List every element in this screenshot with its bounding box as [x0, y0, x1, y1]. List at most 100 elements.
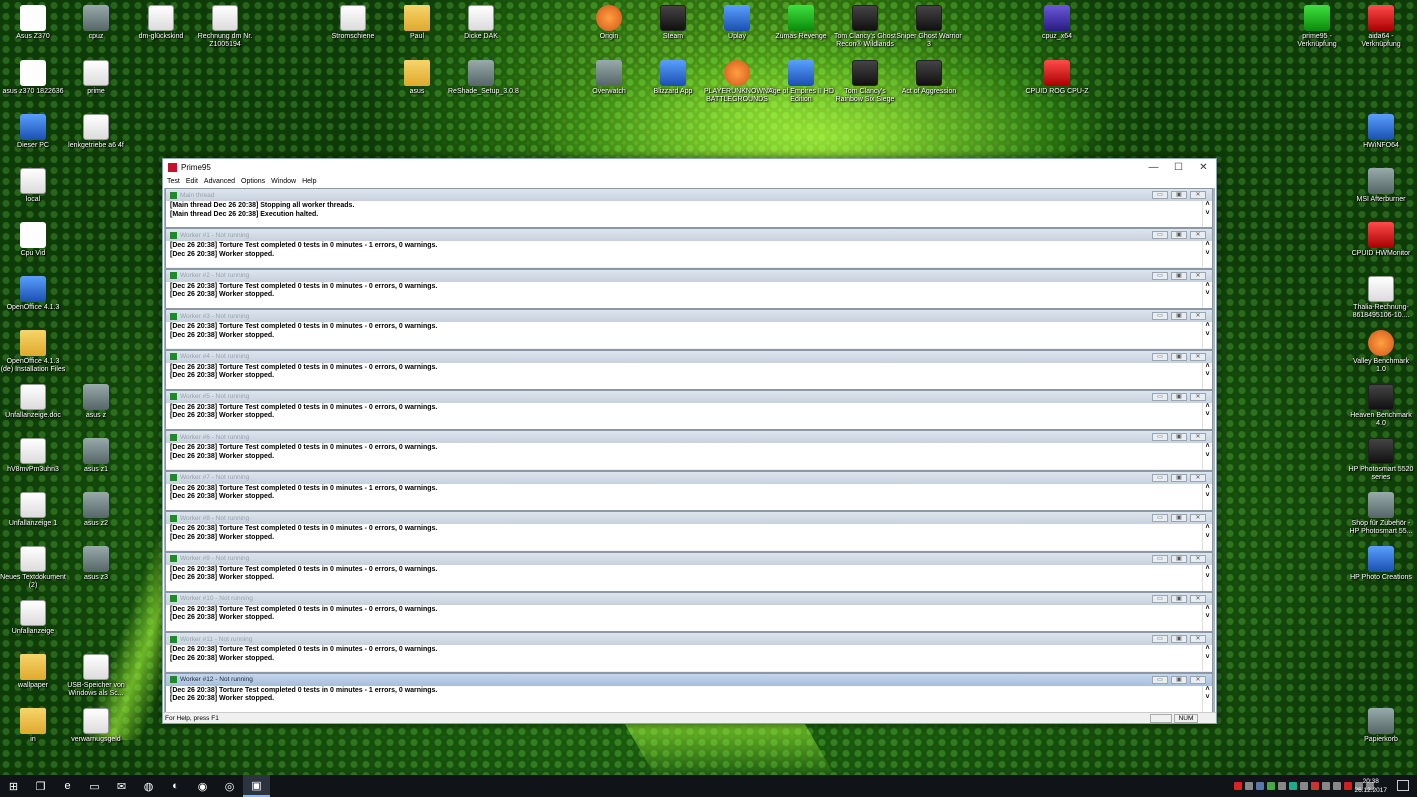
explorer-button[interactable]: ▭	[81, 775, 108, 797]
worker-window-titlebar[interactable]: Worker #8 - Not running ▭ ▣ ✕	[166, 512, 1212, 525]
worker-window-titlebar[interactable]: Worker #3 - Not running ▭ ▣ ✕	[166, 310, 1212, 323]
tray-icon[interactable]	[1256, 782, 1264, 790]
worker-minimize-button[interactable]: ▭	[1152, 635, 1168, 644]
desktop-icon[interactable]: PLAYERUNKNOWN'S BATTLEGROUNDS	[704, 60, 774, 104]
worker-scrollbar[interactable]: ˄ ˅	[1202, 402, 1212, 429]
worker-minimize-button[interactable]: ▭	[1152, 392, 1168, 401]
tray-icon[interactable]	[1289, 782, 1297, 790]
worker-scrollbar[interactable]: ˄ ˅	[1202, 362, 1212, 389]
worker-maximize-button[interactable]: ▣	[1171, 231, 1187, 240]
worker-scrollbar[interactable]: ˄ ˅	[1202, 604, 1212, 631]
desktop-icon[interactable]: Age of Empires II HD Edition	[768, 60, 834, 104]
menu-test[interactable]: Test	[167, 178, 180, 185]
worker-close-button[interactable]: ✕	[1190, 352, 1206, 361]
worker-log[interactable]: [Main thread Dec 26 20:38] Stopping all …	[166, 201, 1212, 227]
worker-log[interactable]: [Dec 26 20:38] Torture Test completed 0 …	[166, 483, 1212, 510]
desktop-icon[interactable]: Unfallanzeige.doc	[0, 384, 66, 420]
desktop-icon[interactable]: asus z	[63, 384, 129, 420]
worker-close-button[interactable]: ✕	[1190, 514, 1206, 523]
desktop-icon[interactable]: HP Photosmart 5520 series	[1348, 438, 1414, 482]
app-button-2[interactable]: ◐	[162, 775, 189, 797]
start-button[interactable]: ⊞	[0, 775, 27, 797]
worker-window[interactable]: Worker #1 - Not running ▭ ▣ ✕ [Dec 26 20:38]…	[165, 228, 1213, 269]
worker-close-button[interactable]: ✕	[1190, 594, 1206, 603]
desktop-icon[interactable]: in	[0, 708, 66, 744]
worker-close-button[interactable]: ✕	[1190, 433, 1206, 442]
worker-window-titlebar[interactable]: Worker #11 - Not running ▭ ▣ ✕	[166, 633, 1212, 646]
close-button[interactable]: ✕	[1191, 159, 1216, 175]
worker-window[interactable]: Worker #5 - Not running ▭ ▣ ✕ [Dec 26 20:38]…	[165, 389, 1213, 431]
worker-maximize-button[interactable]: ▣	[1171, 392, 1187, 401]
worker-minimize-button[interactable]: ▭	[1152, 433, 1168, 442]
desktop-icon[interactable]: Asus Z370	[0, 5, 66, 41]
menu-edit[interactable]: Edit	[186, 178, 198, 185]
mail-button[interactable]: ✉	[108, 775, 135, 797]
desktop-icon[interactable]: Thalia-Rechnung-8618495106-10....	[1348, 276, 1414, 320]
worker-window[interactable]: Worker #9 - Not running ▭ ▣ ✕ [Dec 26 20:38]…	[165, 551, 1213, 592]
worker-minimize-button[interactable]: ▭	[1152, 271, 1168, 280]
window-titlebar[interactable]: Prime95 — ☐ ✕	[163, 159, 1216, 176]
worker-minimize-button[interactable]: ▭	[1152, 191, 1168, 199]
worker-window[interactable]: Worker #11 - Not running ▭ ▣ ✕ [Dec 26 20:38…	[165, 632, 1213, 673]
desktop-icon[interactable]: MSI Afterburner	[1348, 168, 1414, 204]
worker-close-button[interactable]: ✕	[1190, 635, 1206, 644]
worker-scrollbar[interactable]: ˄ ˅	[1202, 645, 1212, 672]
tray-icon[interactable]	[1300, 782, 1308, 790]
worker-close-button[interactable]: ✕	[1190, 191, 1206, 199]
worker-minimize-button[interactable]: ▭	[1152, 675, 1168, 684]
worker-log[interactable]: [Dec 26 20:38] Torture Test completed 0 …	[166, 241, 1212, 268]
desktop-icon[interactable]: Tom Clancy's Rainbow Six Siege	[832, 60, 898, 104]
desktop-icon[interactable]: CPUID HWMonitor	[1348, 222, 1414, 258]
desktop-icon[interactable]: verwarnugsgeld	[63, 708, 129, 744]
tray-icon[interactable]	[1278, 782, 1286, 790]
desktop-icon[interactable]: asus	[384, 60, 450, 96]
desktop-icon[interactable]: Dieser PC	[0, 114, 66, 150]
desktop-icon[interactable]: USB-Speicher von Windows als Sc...	[63, 654, 129, 698]
tray-icon[interactable]	[1322, 782, 1330, 790]
worker-minimize-button[interactable]: ▭	[1152, 231, 1168, 240]
desktop-icon[interactable]: Cpu Vid	[0, 222, 66, 258]
worker-maximize-button[interactable]: ▣	[1171, 312, 1187, 321]
desktop-icon[interactable]: Rechnung dm Nr. Z1005194	[192, 5, 258, 49]
desktop-icon[interactable]: Neues Textdokument (2)	[0, 546, 66, 590]
worker-minimize-button[interactable]: ▭	[1152, 594, 1168, 603]
desktop-icon[interactable]: Steam	[640, 5, 706, 41]
desktop-icon[interactable]: Act of Aggression	[896, 60, 962, 96]
worker-scrollbar[interactable]: ˄ ˅	[1202, 241, 1212, 268]
worker-window[interactable]: Worker #4 - Not running ▭ ▣ ✕ [Dec 26 20:38]…	[165, 349, 1213, 390]
worker-log[interactable]: [Dec 26 20:38] Torture Test completed 0 …	[166, 604, 1212, 631]
desktop-icon[interactable]: aida64 - Verknüpfung	[1348, 5, 1414, 49]
worker-window-titlebar[interactable]: Worker #4 - Not running ▭ ▣ ✕	[166, 350, 1212, 363]
worker-close-button[interactable]: ✕	[1190, 675, 1206, 684]
worker-scrollbar[interactable]: ˄ ˅	[1202, 685, 1212, 712]
desktop-icon[interactable]: prime	[63, 60, 129, 96]
desktop-icon[interactable]: Overwatch	[576, 60, 642, 96]
worker-maximize-button[interactable]: ▣	[1171, 554, 1187, 563]
menu-window[interactable]: Window	[271, 178, 296, 185]
desktop-icon[interactable]: Sniper Ghost Warrior 3	[896, 5, 962, 49]
worker-scrollbar[interactable]: ˄ ˅	[1202, 443, 1212, 470]
desktop-icon[interactable]: Tom Clancy's Ghost Recon® Wildlands	[832, 5, 898, 49]
desktop-icon[interactable]: Dicke DAK	[448, 5, 514, 41]
tray-icon[interactable]	[1344, 782, 1352, 790]
worker-log[interactable]: [Dec 26 20:38] Torture Test completed 0 …	[166, 402, 1212, 429]
action-center-icon[interactable]	[1397, 780, 1409, 791]
taskbar-clock[interactable]: 20:38 26.12.2017	[1354, 777, 1387, 795]
desktop-icon[interactable]: ReShade_Setup_3.0.8	[448, 60, 519, 96]
worker-log[interactable]: [Dec 26 20:38] Torture Test completed 0 …	[166, 362, 1212, 389]
desktop-icon[interactable]: Blizzard App	[640, 60, 706, 96]
desktop-icon[interactable]: Valley Benchmark 1.0	[1348, 330, 1414, 374]
worker-minimize-button[interactable]: ▭	[1152, 514, 1168, 523]
desktop-icon[interactable]: Shop für Zubehör - HP Photosmart 55...	[1348, 492, 1414, 536]
worker-minimize-button[interactable]: ▭	[1152, 352, 1168, 361]
worker-window[interactable]: Worker #3 - Not running ▭ ▣ ✕ [Dec 26 20:38]…	[165, 309, 1213, 350]
worker-scrollbar[interactable]: ˄ ˅	[1202, 201, 1212, 227]
chrome-button[interactable]: ◉	[189, 775, 216, 797]
desktop-icon[interactable]: local	[0, 168, 66, 204]
worker-window-titlebar[interactable]: Main thread ▭ ▣ ✕	[166, 189, 1212, 201]
worker-window[interactable]: Worker #10 - Not running ▭ ▣ ✕ [Dec 26 20:38…	[165, 591, 1213, 633]
menu-help[interactable]: Help	[302, 178, 316, 185]
worker-window[interactable]: Worker #8 - Not running ▭ ▣ ✕ [Dec 26 20:38]…	[165, 511, 1213, 552]
app-button-1[interactable]: ◍	[135, 775, 162, 797]
desktop-icon[interactable]: asus z370 1822636	[0, 60, 66, 96]
